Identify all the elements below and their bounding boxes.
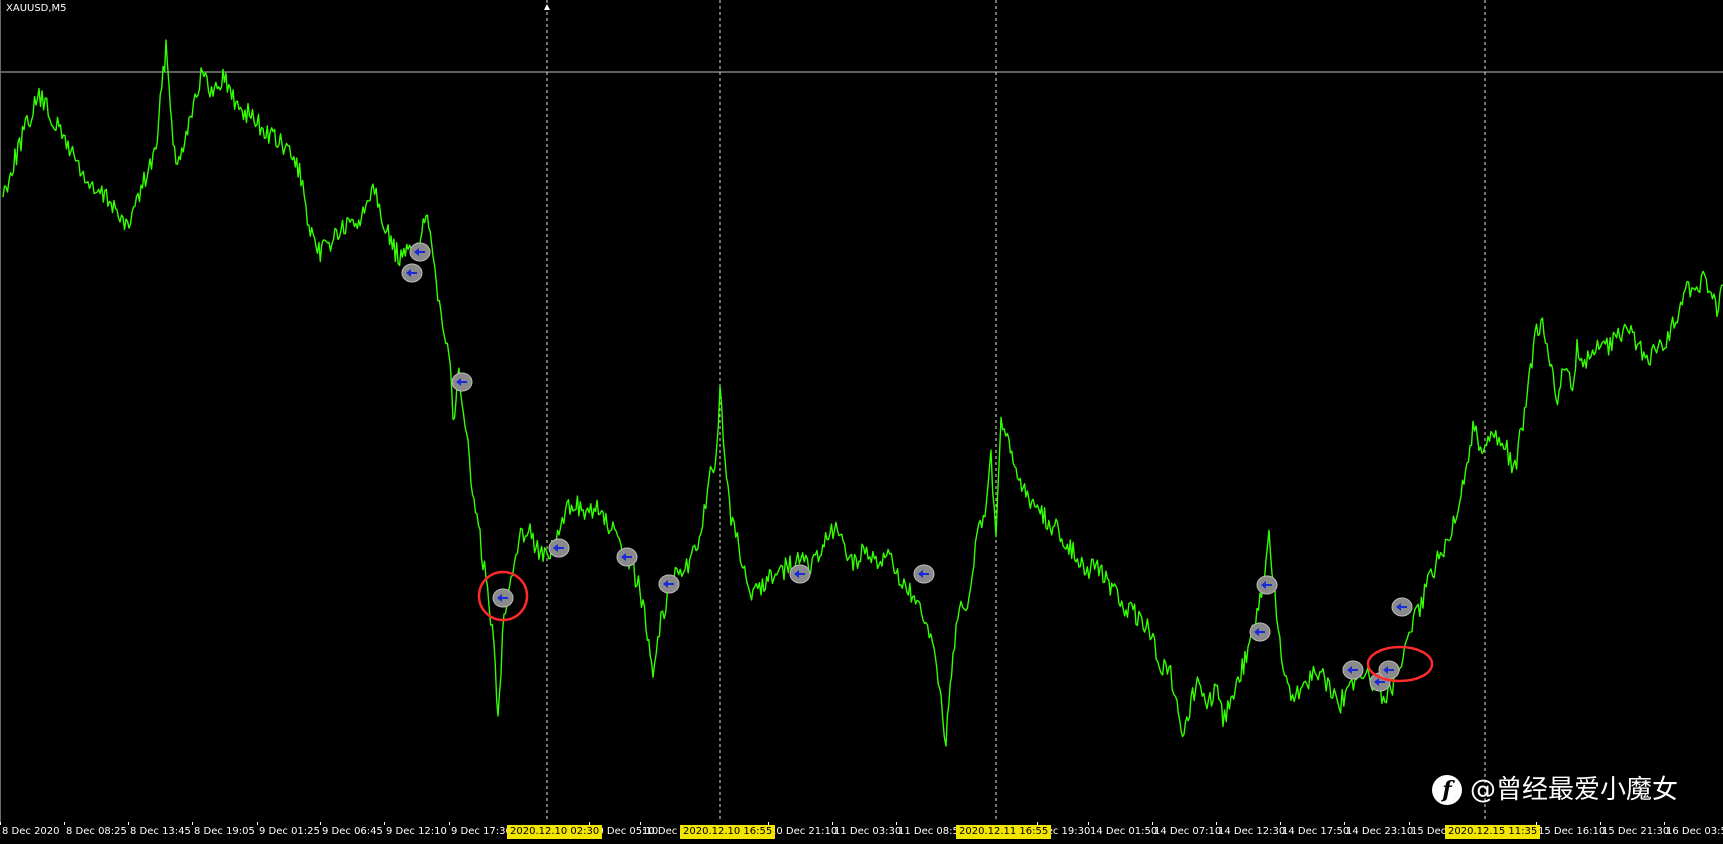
trade-arrow-marker-4[interactable] xyxy=(492,588,514,608)
period-separator-label: 2020.12.10 02:30 xyxy=(507,825,603,839)
chart-plot-area[interactable]: XAUUSD,M5 xyxy=(0,0,1723,822)
time-axis-tick-label: 9 Dec 06:45 xyxy=(322,826,383,837)
time-axis-tick-label: 8 Dec 19:05 xyxy=(194,826,255,837)
time-axis-tick-mark xyxy=(1344,822,1345,825)
price-chart-svg[interactable] xyxy=(1,0,1723,822)
trade-arrow-marker-5[interactable] xyxy=(548,538,570,558)
trade-arrow-marker-15[interactable] xyxy=(1391,597,1413,617)
time-axis-tick-mark xyxy=(1409,822,1410,825)
time-axis-tick-label: 14 Dec 23:10 xyxy=(1346,826,1414,837)
trade-arrow-marker-2[interactable] xyxy=(401,263,423,283)
time-axis-tick-label: 9 Dec 17:30 xyxy=(451,826,512,837)
period-separator-label: 2020.12.10 16:55 xyxy=(680,825,776,839)
trade-arrow-marker-3[interactable] xyxy=(451,372,473,392)
time-axis-tick-label: 15 Dec 21:30 xyxy=(1602,826,1670,837)
time-axis-tick-mark xyxy=(1088,822,1089,825)
time-axis-tick-label: 15 Dec xyxy=(1411,826,1447,837)
time-axis-tick-mark xyxy=(896,822,897,825)
time-axis-tick-mark xyxy=(1664,822,1665,825)
time-axis: 8 Dec 2020 8 Dec 08:25 8 Dec 13:45 8 Dec 19… xyxy=(0,822,1723,844)
watermark: f @曾经最爱小魔女 xyxy=(1432,773,1678,807)
time-axis-tick-label: 8 Dec 08:25 xyxy=(66,826,127,837)
time-axis-tick-label: 16 Dec 03:50 xyxy=(1666,826,1723,837)
time-axis-tick-mark xyxy=(640,822,641,825)
time-axis-tick-mark xyxy=(832,822,833,825)
time-axis-tick-mark xyxy=(0,822,1,825)
trade-arrow-marker-8[interactable] xyxy=(789,564,811,584)
time-axis-tick-mark xyxy=(320,822,321,825)
time-axis-tick-label: 8 Dec 13:45 xyxy=(130,826,191,837)
trade-arrow-marker-14[interactable] xyxy=(1378,660,1400,680)
trade-arrow-marker-6[interactable] xyxy=(616,547,638,567)
price-line-series[interactable] xyxy=(2,39,1723,747)
time-axis-tick-mark xyxy=(384,822,385,825)
time-axis-tick-label: 9 Dec 12:10 xyxy=(386,826,447,837)
time-axis-tick-mark xyxy=(1600,822,1601,825)
trade-arrow-marker-7[interactable] xyxy=(658,574,680,594)
time-axis-tick-label: 14 Dec 07:10 xyxy=(1154,826,1222,837)
time-axis-tick-mark xyxy=(128,822,129,825)
time-axis-tick-mark xyxy=(257,822,258,825)
highlight-ellipse xyxy=(1366,645,1434,683)
time-axis-tick-mark xyxy=(64,822,65,825)
chart-window[interactable]: XAUUSD,M5 8 Dec 2020 8 Dec 08:25 8 Dec 13:… xyxy=(0,0,1723,844)
trade-arrow-marker-10[interactable] xyxy=(1256,575,1278,595)
time-axis-tick-mark xyxy=(1216,822,1217,825)
trade-arrow-marker-1[interactable] xyxy=(409,242,431,262)
time-axis-tick-label: 14 Dec 12:30 xyxy=(1218,826,1286,837)
time-axis-tick-mark xyxy=(1152,822,1153,825)
time-axis-tick-label: 9 Dec 01:25 xyxy=(259,826,320,837)
time-axis-tick-mark xyxy=(449,822,450,825)
trade-arrow-marker-11[interactable] xyxy=(1249,622,1271,642)
time-axis-tick-mark xyxy=(192,822,193,825)
time-axis-tick-label: 11 Dec 03:30 xyxy=(834,826,902,837)
time-axis-tick-label: 14 Dec 17:50 xyxy=(1282,826,1350,837)
separator-top-marker xyxy=(544,4,550,10)
time-axis-tick-label: 10 Dec 21:10 xyxy=(770,826,838,837)
trade-arrow-marker-9[interactable] xyxy=(913,564,935,584)
period-separator-label: 2020.12.15 11:35 xyxy=(1445,825,1541,839)
trade-arrow-marker-12[interactable] xyxy=(1342,660,1364,680)
time-axis-tick-label: 8 Dec 2020 xyxy=(2,826,60,837)
watermark-logo-icon: f xyxy=(1432,775,1462,805)
time-axis-tick-mark xyxy=(1280,822,1281,825)
time-axis-tick-label: 14 Dec 01:50 xyxy=(1090,826,1158,837)
time-axis-tick-label: 15 Dec 16:10 xyxy=(1538,826,1606,837)
watermark-text: @曾经最爱小魔女 xyxy=(1470,775,1679,805)
period-separator-label: 2020.12.11 16:55 xyxy=(956,825,1052,839)
